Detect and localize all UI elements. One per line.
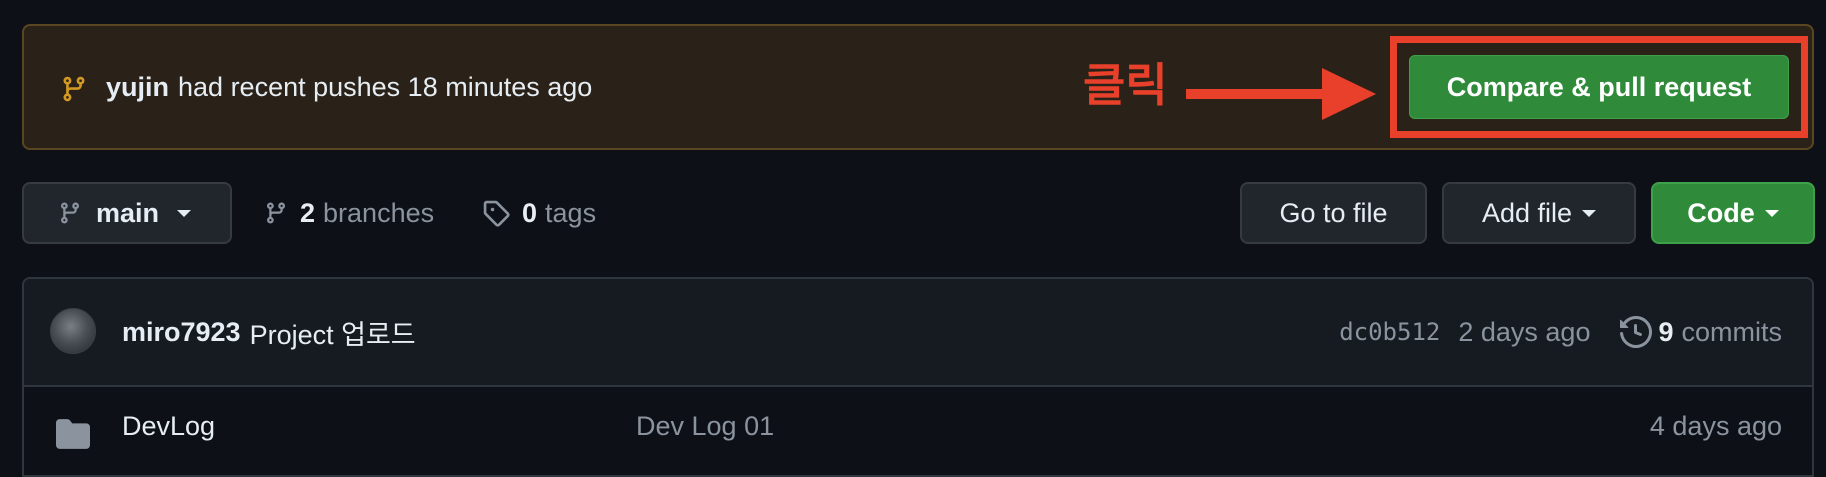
add-file-button[interactable]: Add file (1442, 182, 1636, 244)
commit-meta: dc0b512 2 days ago 9 commits (1339, 279, 1782, 385)
git-branch-icon (63, 76, 85, 102)
tag-icon (483, 200, 510, 227)
go-to-file-button[interactable]: Go to file (1240, 182, 1427, 244)
branches-label: branches (323, 197, 435, 228)
file-name[interactable]: DevLog (122, 387, 215, 465)
folder-icon (56, 419, 90, 449)
branch-select-button[interactable]: main (22, 182, 232, 244)
recent-pushes-text: yujin had recent pushes 18 minutes ago (106, 26, 592, 148)
tags-label: tags (545, 197, 597, 228)
compare-pull-request-button[interactable]: Compare & pull request (1409, 55, 1789, 119)
commit-summary: miro7923 Project 업로드 (122, 279, 416, 385)
push-message: had recent pushes 18 minutes ago (178, 71, 593, 102)
commit-author[interactable]: miro7923 (122, 317, 241, 348)
chevron-down-icon (177, 209, 192, 217)
history-icon (1620, 316, 1653, 348)
push-user[interactable]: yujin (106, 72, 169, 103)
branch-name: main (96, 197, 160, 228)
commits-count[interactable]: 9 (1658, 317, 1673, 348)
git-branch-icon (266, 202, 285, 224)
commit-sha[interactable]: dc0b512 (1339, 318, 1440, 346)
code-button[interactable]: Code (1651, 182, 1815, 244)
annotation-click-label: 클릭 (1083, 58, 1168, 112)
tags-count: 0 (522, 197, 538, 228)
branches-count: 2 (300, 197, 316, 228)
file-date: 4 days ago (1649, 410, 1782, 441)
commits-label[interactable]: commits (1682, 317, 1783, 348)
file-table: miro7923 Project 업로드 dc0b512 2 days ago … (22, 277, 1814, 477)
chevron-down-icon (1764, 209, 1779, 217)
chevron-down-icon (1582, 209, 1597, 217)
file-commit-message[interactable]: Dev Log 01 (636, 387, 774, 465)
go-to-file-label: Go to file (1279, 197, 1388, 228)
tags-link[interactable]: 0 tags (482, 182, 596, 244)
avatar[interactable] (50, 308, 96, 354)
branches-link[interactable]: 2 branches (264, 182, 434, 244)
add-file-label: Add file (1481, 197, 1573, 228)
annotation-arrow-icon (1186, 68, 1376, 120)
latest-commit-row: miro7923 Project 업로드 dc0b512 2 days ago … (24, 279, 1812, 387)
commit-time[interactable]: 2 days ago (1458, 317, 1590, 348)
code-label: Code (1687, 197, 1755, 228)
commit-message[interactable]: Project 업로드 (250, 313, 416, 352)
git-branch-icon (60, 202, 79, 224)
